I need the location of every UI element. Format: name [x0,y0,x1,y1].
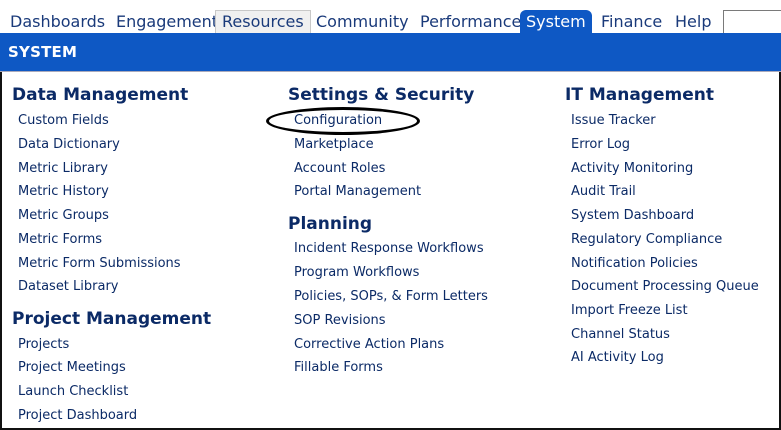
link-ai-activity-log[interactable]: AI Activity Log [571,350,664,366]
nav-dashboards[interactable]: Dashboards [4,10,111,34]
link-portal-management[interactable]: Portal Management [294,184,421,200]
section-banner: SYSTEM [0,33,781,72]
heading-it-management: IT Management [565,85,714,105]
link-audit-trail[interactable]: Audit Trail [571,184,636,200]
nav-finance[interactable]: Finance [595,10,668,34]
link-fillable-forms[interactable]: Fillable Forms [294,360,383,376]
link-project-dashboard[interactable]: Project Dashboard [18,408,137,424]
link-issue-tracker[interactable]: Issue Tracker [571,113,656,129]
search-input[interactable] [723,10,781,34]
nav-resources[interactable]: Resources [215,10,311,34]
nav-performance[interactable]: Performance [414,10,527,34]
link-import-freeze-list[interactable]: Import Freeze List [571,303,688,319]
link-metric-groups[interactable]: Metric Groups [18,208,109,224]
link-data-dictionary[interactable]: Data Dictionary [18,137,120,153]
link-metric-forms[interactable]: Metric Forms [18,232,102,248]
link-incident-response-workflows[interactable]: Incident Response Workflows [294,241,484,257]
link-metric-form-submissions[interactable]: Metric Form Submissions [18,256,181,272]
nav-engagement[interactable]: Engagement [110,10,224,34]
link-custom-fields[interactable]: Custom Fields [18,113,109,129]
link-launch-checklist[interactable]: Launch Checklist [18,384,128,400]
link-error-log[interactable]: Error Log [571,137,630,153]
link-regulatory-compliance[interactable]: Regulatory Compliance [571,232,722,248]
link-marketplace[interactable]: Marketplace [294,137,374,153]
link-activity-monitoring[interactable]: Activity Monitoring [571,161,693,177]
link-metric-library[interactable]: Metric Library [18,161,108,177]
link-configuration[interactable]: Configuration [294,113,382,129]
link-channel-status[interactable]: Channel Status [571,327,670,343]
link-project-meetings[interactable]: Project Meetings [18,360,126,376]
heading-data-management: Data Management [12,85,189,105]
link-dataset-library[interactable]: Dataset Library [18,279,119,295]
link-program-workflows[interactable]: Program Workflows [294,265,419,281]
nav-community[interactable]: Community [310,10,415,34]
link-sop-revisions[interactable]: SOP Revisions [294,313,386,329]
banner-title: SYSTEM [8,43,78,61]
heading-settings-security: Settings & Security [288,85,475,105]
link-corrective-action-plans[interactable]: Corrective Action Plans [294,337,444,353]
nav-help[interactable]: Help [669,10,717,34]
top-nav: Dashboards Engagement Resources Communit… [0,0,781,34]
link-projects[interactable]: Projects [18,337,69,353]
link-metric-history[interactable]: Metric History [18,184,109,200]
link-account-roles[interactable]: Account Roles [294,161,385,177]
link-notification-policies[interactable]: Notification Policies [571,256,698,272]
link-policies-sops-form-letters[interactable]: Policies, SOPs, & Form Letters [294,289,488,305]
link-system-dashboard[interactable]: System Dashboard [571,208,694,224]
heading-project-management: Project Management [12,309,212,329]
link-document-processing-queue[interactable]: Document Processing Queue [571,279,759,295]
heading-planning: Planning [288,214,373,234]
nav-system[interactable]: System [520,10,592,34]
